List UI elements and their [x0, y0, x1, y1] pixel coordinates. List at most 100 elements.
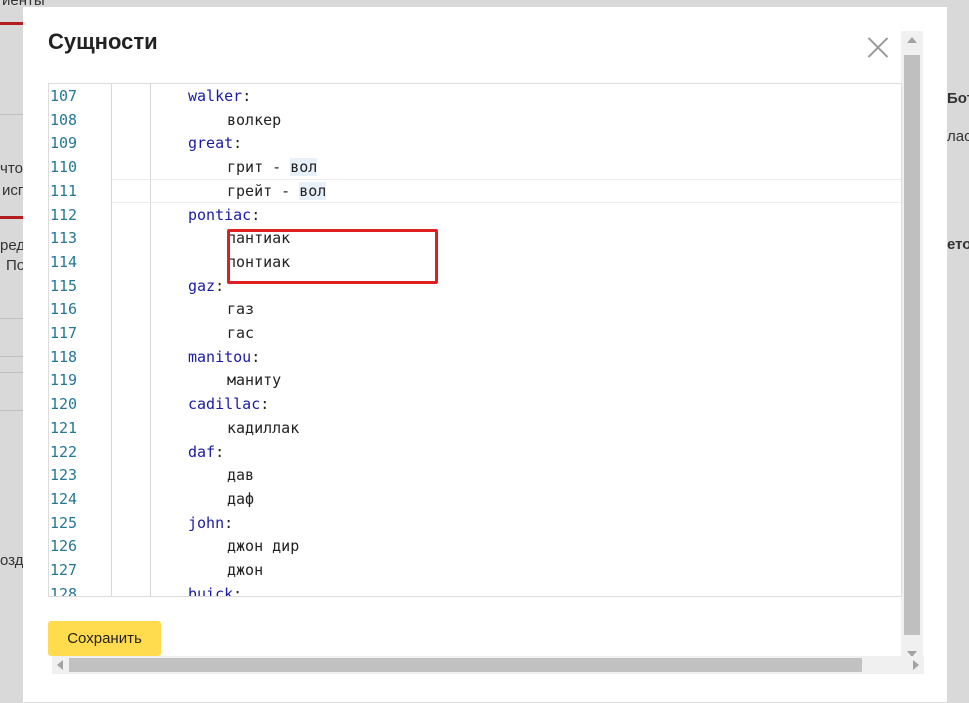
code-line[interactable]: 123 дав	[49, 464, 901, 488]
background-text: ласт	[947, 128, 969, 145]
code-line[interactable]: 114 понтиак	[49, 251, 901, 275]
code-line[interactable]: 112 pontiac:	[49, 204, 901, 228]
code-line[interactable]: 111 грейт - вол	[49, 180, 901, 204]
line-number: 124	[50, 489, 78, 508]
code-text: manitou:	[188, 346, 260, 370]
yaml-value: грит -	[227, 158, 291, 177]
yaml-colon: :	[242, 87, 252, 105]
code-line[interactable]: 118 manitou:	[49, 346, 901, 370]
code-text: walker:	[188, 85, 251, 109]
code-text: грит - вол	[227, 156, 318, 180]
code-text: джон	[227, 559, 263, 583]
yaml-value: маниту	[227, 371, 282, 390]
background-text: ето	[947, 236, 969, 253]
scroll-up-icon[interactable]	[907, 37, 917, 43]
yaml-key: cadillac	[188, 395, 261, 414]
code-text: daf:	[188, 441, 224, 465]
scrollbar-thumb[interactable]	[904, 55, 920, 635]
code-text: john:	[188, 512, 233, 536]
line-number: 113	[50, 229, 78, 248]
code-text: cadillac:	[188, 393, 269, 417]
scrollbar-thumb[interactable]	[69, 658, 862, 672]
code-line[interactable]: 127 джон	[49, 559, 901, 583]
code-line[interactable]: 110 грит - вол	[49, 156, 901, 180]
code-line[interactable]: 120 cadillac:	[49, 393, 901, 417]
scroll-left-icon[interactable]	[57, 660, 63, 670]
code-text: pontiac:	[188, 204, 260, 228]
yaml-key: great	[188, 134, 234, 153]
yaml-colon: :	[260, 395, 270, 414]
code-line[interactable]: 116 газ	[49, 298, 901, 322]
scroll-right-icon[interactable]	[913, 660, 919, 670]
line-number: 127	[50, 561, 78, 579]
background-text: ред	[0, 237, 26, 254]
code-line[interactable]: 121 кадиллак	[49, 417, 901, 441]
code-line[interactable]: 119 маниту	[49, 369, 901, 393]
code-line[interactable]: 122 daf:	[49, 441, 901, 465]
horizontal-scrollbar[interactable]	[52, 656, 924, 674]
yaml-value: грейт -	[227, 181, 300, 200]
code-line[interactable]: 125 john:	[49, 512, 901, 536]
line-number: 123	[50, 466, 78, 485]
code-line[interactable]: 117 гас	[49, 322, 901, 346]
background-divider	[0, 372, 23, 373]
code-line[interactable]: 109 great:	[49, 132, 901, 156]
background-divider	[0, 410, 23, 411]
code-text: грейт - вол	[227, 180, 327, 204]
yaml-value: гас	[227, 324, 255, 342]
yaml-key: pontiac	[188, 205, 252, 224]
yaml-value: джон	[227, 561, 264, 579]
code-text: buick:	[188, 583, 242, 596]
code-text: кадиллак	[227, 417, 299, 441]
highlighted-word: вол	[299, 181, 327, 200]
code-editor[interactable]: 107 walker: 108 волкер 109 great: 110 грит - во…	[48, 83, 902, 597]
code-text: дав	[227, 464, 254, 488]
line-number: 114	[50, 252, 78, 271]
code-line[interactable]: 124 даф	[49, 488, 901, 512]
yaml-colon: :	[224, 513, 234, 532]
line-number: 110	[50, 158, 78, 177]
yaml-colon: :	[233, 134, 243, 153]
code-line[interactable]: 126 джон дир	[49, 535, 901, 559]
line-number: 107	[50, 87, 78, 105]
code-text: great:	[188, 132, 242, 156]
yaml-value: джон дир	[227, 537, 300, 556]
yaml-value: газ	[227, 300, 255, 319]
yaml-colon: :	[215, 442, 225, 461]
yaml-key: manitou	[188, 347, 252, 366]
modal-title: Сущности	[48, 29, 158, 54]
yaml-value: дав	[227, 466, 255, 485]
yaml-key: daf	[188, 442, 216, 461]
yaml-key: john	[188, 513, 225, 532]
code-line[interactable]: 108 волкер	[49, 109, 901, 133]
yaml-key: gaz	[188, 276, 216, 295]
code-line[interactable]: 113 пантиак	[49, 227, 901, 251]
yaml-value: даф	[227, 489, 255, 508]
code-line[interactable]: 128 buick:	[49, 583, 901, 597]
line-number: 109	[50, 134, 78, 153]
modal-vertical-scrollbar[interactable]	[901, 31, 923, 663]
line-number: 116	[50, 300, 78, 319]
line-number: 117	[50, 324, 78, 342]
code-text: джон дир	[227, 535, 299, 559]
code-text: газ	[227, 298, 254, 322]
entities-modal: Сущности 107 walker: 108 волкер 109 great: 110…	[23, 7, 947, 702]
code-text: даф	[227, 488, 254, 512]
highlight-box	[227, 229, 438, 284]
code-line[interactable]: 107 walker:	[49, 85, 901, 109]
yaml-colon: :	[251, 205, 261, 224]
code-text: гас	[227, 322, 254, 346]
background-divider	[0, 216, 23, 219]
yaml-colon: :	[215, 276, 225, 295]
line-number: 128	[50, 584, 78, 597]
save-button[interactable]: Сохранить	[48, 621, 161, 656]
background-text: чтo	[0, 160, 24, 177]
line-number: 122	[50, 442, 78, 461]
line-number: 120	[50, 395, 78, 414]
line-number: 108	[50, 110, 78, 129]
line-number: 115	[50, 276, 78, 295]
code-line[interactable]: 115 gaz:	[49, 275, 901, 299]
close-icon[interactable]	[863, 33, 893, 63]
highlighted-word: вол	[290, 158, 318, 177]
line-number: 111	[50, 181, 78, 200]
